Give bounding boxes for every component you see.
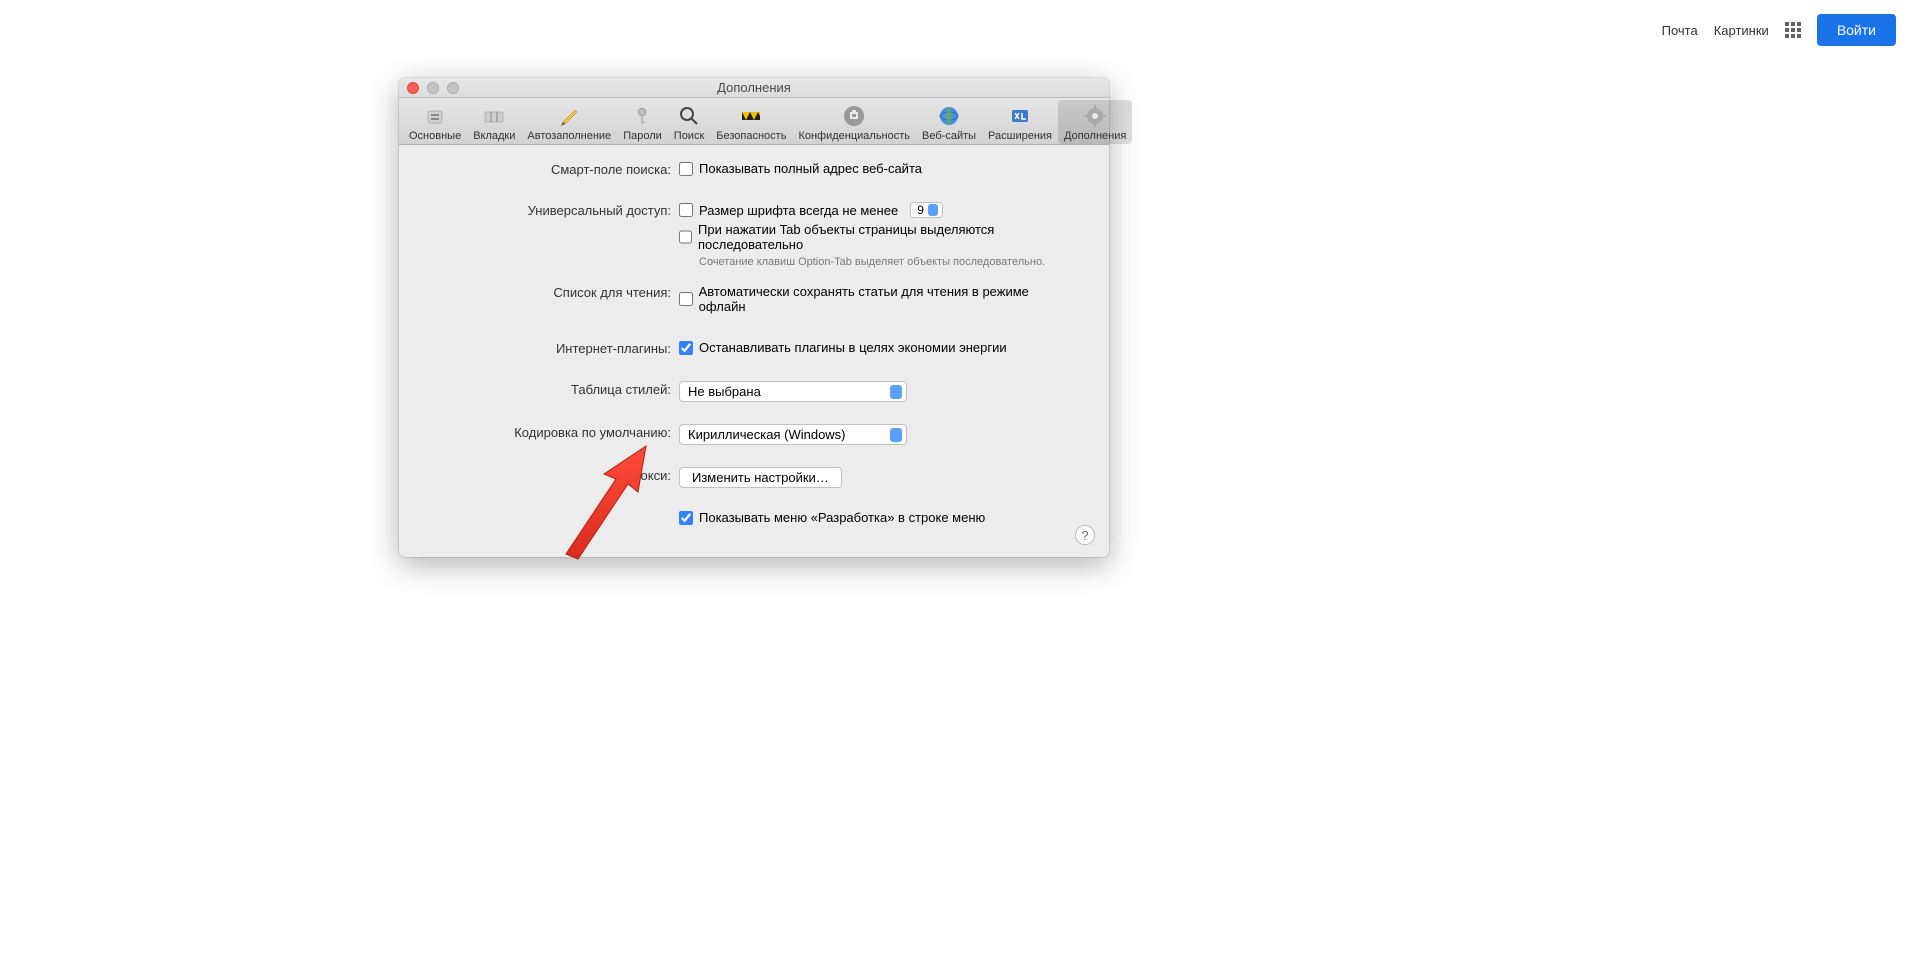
- tab-privacy[interactable]: Конфиденциальность: [792, 100, 916, 144]
- zoom-icon[interactable]: [447, 82, 459, 94]
- label-stop-plugins: Останавливать плагины в целях экономии э…: [699, 340, 1007, 355]
- tab-advanced[interactable]: Дополнения: [1058, 100, 1132, 144]
- content-pane: Смарт-поле поиска: Показывать полный адр…: [399, 145, 1109, 557]
- key-icon: [630, 104, 654, 128]
- checkbox-tab-highlight[interactable]: [679, 230, 692, 244]
- smartsearch-label: Смарт-поле поиска:: [439, 161, 679, 177]
- tab-search[interactable]: Поиск: [668, 100, 710, 144]
- checkbox-develop-menu[interactable]: [679, 511, 693, 525]
- tab-security[interactable]: Безопасность: [710, 100, 792, 144]
- window-title: Дополнения: [717, 80, 791, 95]
- traffic-lights: [407, 82, 459, 94]
- pencil-icon: [557, 104, 581, 128]
- hazard-icon: [739, 104, 763, 128]
- help-button[interactable]: ?: [1075, 525, 1095, 545]
- proxies-label: Прокси:: [439, 467, 679, 483]
- tab-websites[interactable]: Веб-сайты: [916, 100, 982, 144]
- tab-general[interactable]: Основные: [403, 100, 467, 144]
- extensions-icon: [1008, 104, 1032, 128]
- checkbox-full-address[interactable]: [679, 162, 693, 176]
- titlebar: Дополнения: [399, 78, 1109, 98]
- checkbox-reading-offline[interactable]: [679, 292, 693, 306]
- preferences-toolbar: Основные Вкладки Автозаполнение Пароли П…: [399, 98, 1109, 145]
- label-full-address: Показывать полный адрес веб-сайта: [699, 161, 922, 176]
- encoding-label: Кодировка по умолчанию:: [439, 424, 679, 440]
- tab-tabs[interactable]: Вкладки: [467, 100, 521, 144]
- readinglist-label: Список для чтения:: [439, 284, 679, 300]
- label-tab-highlight: При нажатии Tab объекты страницы выделяю…: [698, 222, 1069, 252]
- close-icon[interactable]: [407, 82, 419, 94]
- label-min-font: Размер шрифта всегда не менее: [699, 203, 898, 218]
- label-reading-offline: Автоматически сохранять статьи для чтени…: [699, 284, 1069, 314]
- minimize-icon[interactable]: [427, 82, 439, 94]
- mail-link[interactable]: Почта: [1662, 23, 1698, 38]
- tab-help-text: Сочетание клавиш Option-Tab выделяет объ…: [699, 256, 1059, 268]
- search-icon: [677, 104, 701, 128]
- tab-passwords[interactable]: Пароли: [617, 100, 668, 144]
- stylesheet-select[interactable]: Не выбрана: [679, 381, 907, 402]
- checkbox-stop-plugins[interactable]: [679, 341, 693, 355]
- tab-autofill[interactable]: Автозаполнение: [521, 100, 617, 144]
- gear-icon: [1083, 104, 1107, 128]
- general-icon: [423, 104, 447, 128]
- preferences-window: Дополнения Основные Вкладки Автозаполнен…: [399, 78, 1109, 557]
- fontsize-select[interactable]: 9: [910, 202, 943, 218]
- top-nav: Почта Картинки Войти: [1638, 0, 1920, 60]
- images-link[interactable]: Картинки: [1714, 23, 1769, 38]
- accessibility-label: Универсальный доступ:: [439, 202, 679, 218]
- encoding-select[interactable]: Кириллическая (Windows): [679, 424, 907, 445]
- tabs-icon: [482, 104, 506, 128]
- checkbox-min-font[interactable]: [679, 203, 693, 217]
- stylesheet-label: Таблица стилей:: [439, 381, 679, 397]
- signin-button[interactable]: Войти: [1817, 14, 1896, 46]
- label-develop-menu: Показывать меню «Разработка» в строке ме…: [699, 510, 985, 525]
- apps-grid-icon[interactable]: [1785, 22, 1801, 38]
- globe-icon: [937, 104, 961, 128]
- change-proxy-button[interactable]: Изменить настройки…: [679, 467, 842, 488]
- plugins-label: Интернет-плагины:: [439, 340, 679, 356]
- hand-icon: [842, 104, 866, 128]
- tab-extensions[interactable]: Расширения: [982, 100, 1058, 144]
